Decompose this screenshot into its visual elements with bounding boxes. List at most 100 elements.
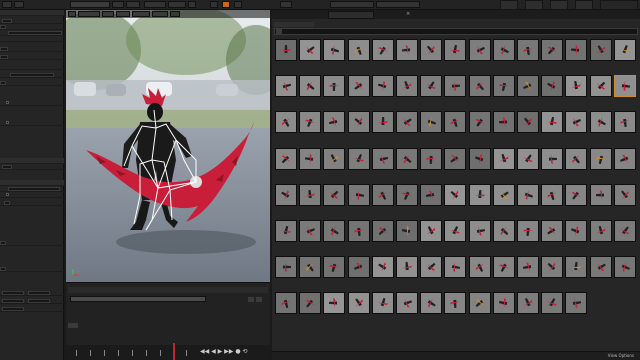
- blueprint-mode-icon[interactable]: [575, 0, 593, 10]
- details-field[interactable]: [0, 81, 6, 85]
- asset-tile[interactable]: [444, 256, 467, 289]
- asset-tile[interactable]: [468, 75, 491, 108]
- asset-tile[interactable]: [517, 147, 539, 181]
- details-field[interactable]: [8, 31, 62, 35]
- track-add-icon[interactable]: [256, 297, 262, 302]
- asset-tile[interactable]: [275, 111, 297, 144]
- asset-tile[interactable]: [517, 220, 539, 253]
- asset-tile[interactable]: [347, 111, 370, 144]
- asset-tile[interactable]: [275, 220, 297, 253]
- asset-tile[interactable]: [323, 39, 346, 72]
- asset-tile[interactable]: [492, 39, 515, 72]
- asset-tile[interactable]: [420, 39, 443, 72]
- curves-dropdown[interactable]: [68, 323, 78, 328]
- physics-mode-icon[interactable]: [600, 0, 638, 10]
- animation-mode-icon[interactable]: [550, 0, 568, 10]
- asset-tile[interactable]: [323, 292, 346, 325]
- asset-tile[interactable]: [420, 147, 443, 181]
- asset-tile[interactable]: [323, 111, 346, 144]
- asset-tile[interactable]: [347, 292, 370, 325]
- details-field[interactable]: [4, 201, 10, 205]
- asset-tile[interactable]: [323, 75, 346, 108]
- asset-tile[interactable]: [323, 256, 346, 289]
- asset-tile[interactable]: [275, 256, 297, 289]
- asset-tile[interactable]: [492, 147, 515, 181]
- asset-tile[interactable]: [468, 39, 491, 72]
- asset-tile[interactable]: [347, 220, 370, 253]
- asset-tile[interactable]: [371, 220, 394, 253]
- asset-tile[interactable]: [589, 75, 612, 108]
- asset-tile[interactable]: [492, 183, 515, 217]
- details-field[interactable]: [2, 299, 24, 303]
- show-button[interactable]: [116, 11, 130, 17]
- asset-tile[interactable]: [492, 75, 515, 108]
- asset-tile[interactable]: [613, 147, 636, 181]
- details-field[interactable]: [0, 25, 6, 29]
- asset-tile[interactable]: [468, 147, 491, 181]
- asset-tile[interactable]: [371, 183, 394, 217]
- track-options-icon[interactable]: [248, 297, 254, 302]
- asset-tile[interactable]: [420, 111, 443, 144]
- asset-tile[interactable]: [275, 147, 297, 181]
- asset-tile[interactable]: [589, 111, 612, 144]
- details-field[interactable]: [28, 291, 50, 295]
- asset-tile[interactable]: [444, 292, 467, 325]
- asset-tile[interactable]: [299, 292, 322, 325]
- preview-icon[interactable]: [222, 1, 230, 8]
- details-dropdown[interactable]: [10, 73, 54, 77]
- browser-tab[interactable]: [330, 1, 374, 8]
- asset-tile[interactable]: [492, 256, 515, 289]
- camera-icon[interactable]: [210, 1, 218, 8]
- asset-tile[interactable]: [420, 75, 443, 108]
- playback-speed-button[interactable]: [170, 11, 180, 17]
- mesh-mode-icon[interactable]: [525, 0, 543, 10]
- asset-tile[interactable]: [589, 256, 612, 289]
- details-checkbox[interactable]: [6, 101, 9, 104]
- tab-skeleton[interactable]: [70, 1, 110, 8]
- asset-tile[interactable]: [299, 111, 322, 144]
- asset-tile[interactable]: [541, 39, 564, 72]
- asset-tile[interactable]: [541, 220, 564, 253]
- asset-tile[interactable]: [371, 256, 394, 289]
- details-dropdown[interactable]: [2, 165, 12, 169]
- tab-asset-browser[interactable]: [328, 11, 374, 19]
- asset-tile[interactable]: [468, 111, 491, 144]
- asset-tile[interactable]: [613, 111, 636, 144]
- details-field[interactable]: [2, 291, 24, 295]
- asset-tile[interactable]: [371, 75, 394, 108]
- asset-tile[interactable]: [420, 256, 443, 289]
- asset-tile[interactable]: [468, 256, 491, 289]
- asset-tile[interactable]: [444, 39, 467, 72]
- asset-tile[interactable]: [299, 220, 322, 253]
- asset-tile[interactable]: [396, 39, 418, 72]
- asset-tile[interactable]: [371, 39, 394, 72]
- asset-tile[interactable]: [323, 220, 346, 253]
- details-field[interactable]: [2, 19, 12, 23]
- asset-tile[interactable]: [517, 292, 539, 325]
- viewport[interactable]: [66, 10, 270, 282]
- asset-tile[interactable]: [299, 256, 322, 289]
- asset-tile[interactable]: [347, 75, 370, 108]
- asset-tile[interactable]: [541, 147, 564, 181]
- asset-tile[interactable]: [565, 292, 588, 325]
- asset-tile[interactable]: [396, 256, 418, 289]
- asset-tile[interactable]: [565, 75, 588, 108]
- asset-tile[interactable]: [444, 75, 467, 108]
- tab-physics[interactable]: [168, 1, 186, 8]
- viewport-options-icon[interactable]: [68, 11, 76, 17]
- asset-tile[interactable]: [517, 183, 539, 217]
- asset-tile[interactable]: [565, 183, 588, 217]
- asset-tile[interactable]: [468, 183, 491, 217]
- asset-tile[interactable]: [275, 75, 297, 108]
- asset-tile[interactable]: [565, 147, 588, 181]
- asset-tile[interactable]: [299, 39, 322, 72]
- asset-tile[interactable]: [299, 147, 322, 181]
- asset-tile[interactable]: [347, 147, 370, 181]
- asset-tile[interactable]: [541, 256, 564, 289]
- skeleton-mode-icon[interactable]: [500, 0, 518, 10]
- asset-tile[interactable]: [565, 111, 588, 144]
- asset-tile[interactable]: [589, 147, 612, 181]
- settings-icon[interactable]: [234, 1, 242, 8]
- asset-tile[interactable]: [517, 111, 539, 144]
- asset-tile[interactable]: [396, 111, 418, 144]
